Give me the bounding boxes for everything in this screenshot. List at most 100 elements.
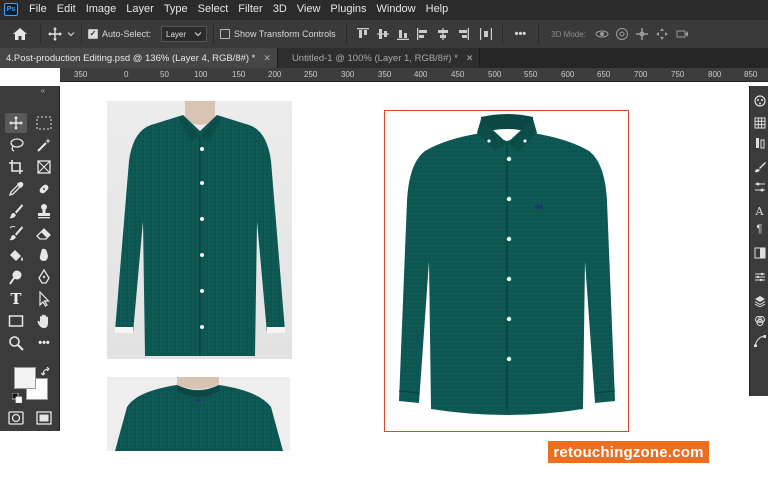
align-right-icon[interactable] xyxy=(456,27,470,41)
lasso-tool-button[interactable] xyxy=(5,135,27,155)
brush-icon xyxy=(9,204,23,219)
type-icon: T xyxy=(10,290,22,308)
eyedropper-tool-button[interactable] xyxy=(5,179,27,199)
show-transform-checkbox[interactable] xyxy=(220,29,231,39)
3d-pan-icon[interactable] xyxy=(635,27,649,41)
menu-image[interactable]: Image xyxy=(81,0,122,19)
screen-mode-button[interactable] xyxy=(33,408,55,428)
clone-stamp-tool-button[interactable] xyxy=(33,201,55,221)
distribute-icon[interactable] xyxy=(479,27,493,41)
ruler-tick-label: 300 xyxy=(341,70,355,79)
healing-brush-tool-button[interactable] xyxy=(33,179,55,199)
channels-panel-icon[interactable] xyxy=(752,314,767,328)
divider xyxy=(345,24,347,44)
auto-select-checkbox[interactable]: ✓ xyxy=(88,29,98,39)
quick-mask-button[interactable] xyxy=(5,408,27,428)
home-icon xyxy=(13,28,27,40)
lasso-icon xyxy=(10,138,24,152)
align-horizontal-center-icon[interactable] xyxy=(436,27,450,41)
horizontal-ruler[interactable]: 350 0 50 100 150 200 250 300 350 400 450… xyxy=(60,68,768,82)
photoshop-logo-icon[interactable]: Ps xyxy=(4,3,18,16)
ruler-tick-label: 850 xyxy=(744,70,758,79)
libraries-panel-icon[interactable] xyxy=(752,136,767,150)
move-tool-button[interactable] xyxy=(5,113,27,133)
tab-untitled-1[interactable]: Untitled-1 @ 100% (Layer 1, RGB/8#) * ✕ xyxy=(277,48,481,68)
home-button[interactable] xyxy=(6,23,34,45)
properties-panel-icon[interactable] xyxy=(752,270,767,284)
brush-tool-button[interactable] xyxy=(5,201,27,221)
marquee-tool-button[interactable] xyxy=(33,113,55,133)
move-tool-preset-icon[interactable] xyxy=(47,26,75,42)
adjustments-icon[interactable] xyxy=(752,180,767,194)
frame-tool-button[interactable] xyxy=(33,157,55,177)
dodge-tool-button[interactable] xyxy=(5,267,27,287)
menu-bar: Ps File Edit Image Layer Type Select Fil… xyxy=(0,0,768,19)
menu-filter[interactable]: Filter xyxy=(233,0,267,19)
menu-select[interactable]: Select xyxy=(193,0,234,19)
history-brush-tool-button[interactable] xyxy=(5,223,27,243)
align-bottom-icon[interactable] xyxy=(396,27,410,41)
menu-window[interactable]: Window xyxy=(372,0,421,19)
smudge-icon xyxy=(39,248,48,261)
align-top-icon[interactable] xyxy=(356,27,370,41)
path-selection-tool-button[interactable] xyxy=(33,289,55,309)
swatches-panel-icon[interactable] xyxy=(752,116,767,130)
selected-layer-shirt-photo[interactable] xyxy=(384,110,629,432)
screen-mode-icon xyxy=(36,411,52,425)
brush-settings-icon[interactable] xyxy=(752,160,767,174)
auto-select-target-dropdown[interactable]: Layer xyxy=(161,26,208,42)
more-icon: ••• xyxy=(38,337,50,349)
paths-panel-icon[interactable] xyxy=(752,334,767,348)
panel-collapse-button[interactable]: « xyxy=(0,86,59,96)
layers-panel-icon[interactable] xyxy=(752,294,767,308)
paragraph-panel-icon[interactable]: ¶ xyxy=(752,222,767,236)
character-panel-icon[interactable]: A xyxy=(752,204,767,218)
zoom-tool-button[interactable] xyxy=(5,333,27,353)
smudge-tool-button[interactable] xyxy=(33,245,55,265)
menu-view[interactable]: View xyxy=(292,0,326,19)
align-vertical-center-icon[interactable] xyxy=(376,27,390,41)
paint-bucket-tool-button[interactable] xyxy=(5,245,27,265)
right-panel-dock: A ¶ xyxy=(749,86,768,396)
align-left-icon[interactable] xyxy=(416,27,430,41)
more-tools-button[interactable]: ••• xyxy=(33,333,55,353)
menu-type[interactable]: Type xyxy=(159,0,193,19)
3d-scale-icon[interactable] xyxy=(675,27,689,41)
menu-help[interactable]: Help xyxy=(421,0,454,19)
ruler-tick-label: 50 xyxy=(160,70,169,79)
menu-3d[interactable]: 3D xyxy=(268,0,292,19)
default-colors-icon[interactable] xyxy=(11,390,23,408)
ruler-tick-label: 700 xyxy=(634,70,648,79)
magic-wand-tool-button[interactable] xyxy=(33,135,55,155)
ruler-tick-label: 350 xyxy=(74,70,88,79)
menu-edit[interactable]: Edit xyxy=(52,0,81,19)
3d-roll-icon[interactable] xyxy=(615,27,629,41)
3d-slide-icon[interactable] xyxy=(655,27,669,41)
pen-tool-button[interactable] xyxy=(33,267,55,287)
color-panel-icon[interactable] xyxy=(752,94,767,108)
menu-plugins[interactable]: Plugins xyxy=(325,0,371,19)
close-icon[interactable]: ✕ xyxy=(466,53,474,64)
ruler-tick-label: 600 xyxy=(561,70,575,79)
tab-title: Untitled-1 @ 100% (Layer 1, RGB/8#) * xyxy=(291,52,458,64)
eraser-tool-button[interactable] xyxy=(33,223,55,243)
swap-colors-icon[interactable] xyxy=(40,364,51,382)
ruler-tick-label: 250 xyxy=(304,70,318,79)
3d-orbit-icon[interactable] xyxy=(595,27,609,41)
hand-tool-button[interactable] xyxy=(33,311,55,331)
type-tool-button[interactable]: T xyxy=(5,289,27,309)
menu-file[interactable]: File xyxy=(24,0,52,19)
crop-tool-button[interactable] xyxy=(5,157,27,177)
tab-post-production-editing[interactable]: 4.Post-production Editing.psd @ 136% (La… xyxy=(0,48,278,68)
tab-title: 4.Post-production Editing.psd @ 136% (La… xyxy=(6,52,256,64)
auto-select-label: Auto-Select: xyxy=(102,29,152,39)
ruler-tick-label: 150 xyxy=(232,70,246,79)
chevron-down-icon xyxy=(67,32,75,37)
rectangle-tool-button[interactable] xyxy=(5,311,27,331)
menu-layer[interactable]: Layer xyxy=(121,0,159,19)
quick-mask-icon xyxy=(8,411,24,425)
close-icon[interactable]: ✕ xyxy=(263,53,271,64)
foreground-color-swatch[interactable] xyxy=(14,367,36,389)
more-options-button[interactable]: ••• xyxy=(515,28,527,40)
histogram-panel-icon[interactable] xyxy=(752,246,767,260)
